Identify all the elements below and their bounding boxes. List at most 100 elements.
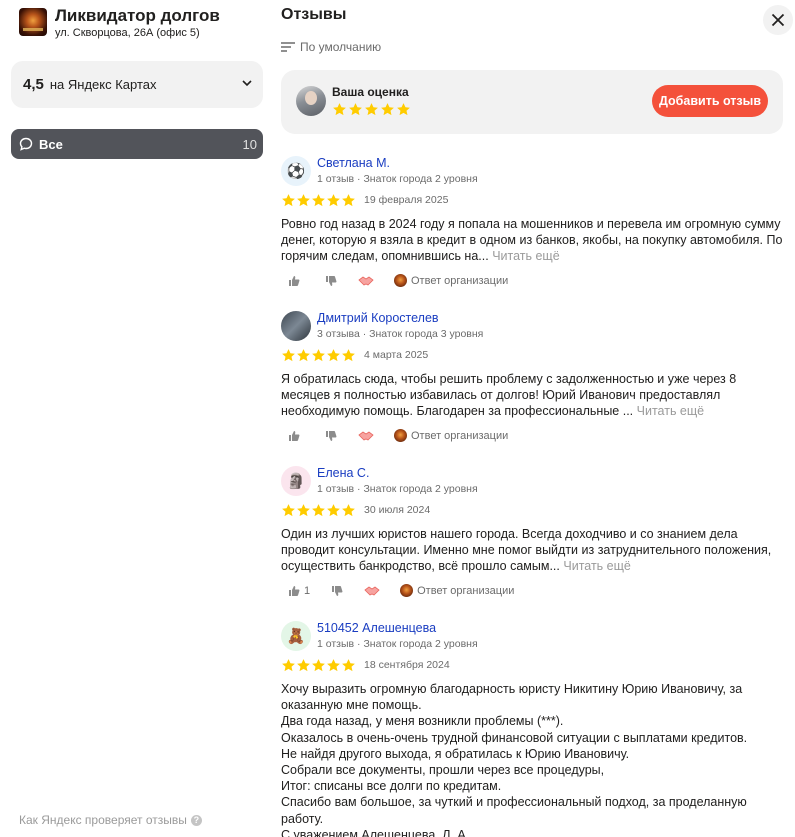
rating-source: на Яндекс Картах [49,77,157,92]
dislike-button[interactable] [325,430,337,442]
review-stars [281,503,356,518]
sort-selector[interactable]: По умолчанию [281,40,381,54]
how-yandex-checks-link[interactable]: Как Яндекс проверяет отзывы ? [19,813,202,827]
toy-icon[interactable]: 🧸 [281,621,311,651]
star-icon [327,348,340,361]
filter-all-label: Все [39,136,63,152]
review-body: Один из лучших юристов нашего города. Вс… [281,527,772,574]
star-icon [327,193,340,206]
star-icon [282,503,295,516]
sort-lines-icon [281,42,295,52]
star-icon [342,193,355,206]
read-more-link[interactable]: Читать ещё [492,249,559,263]
review-item: 🗿 Елена С. 1 отзыв · Знаток города 2 уро… [281,466,786,598]
review-stars [281,193,356,208]
org-sidebar: Ликвидатор долгов ул. Скворцова, 26А (оф… [0,0,275,837]
star-icon [327,503,340,516]
reviews-panel: Отзывы По умолчанию Ваша оценка Добавить… [275,0,795,837]
dislike-button[interactable] [331,585,343,597]
star-icon [282,658,295,671]
handshake-icon [358,276,374,286]
org-reply-label: Ответ организации [417,584,515,597]
read-more-link[interactable]: Читать ещё [563,559,630,573]
like-button[interactable]: 1 [288,585,310,597]
your-rating-stars[interactable] [332,102,411,117]
star-icon[interactable] [364,102,379,117]
filter-all-reviews[interactable]: Все 10 [11,129,263,159]
question-icon: ? [190,814,202,826]
star-icon [327,658,340,671]
org-logo[interactable] [19,8,47,36]
org-header: Ликвидатор долгов ул. Скворцова, 26А (оф… [19,7,220,39]
review-stars [281,348,356,363]
star-icon[interactable] [348,102,363,117]
chevron-down-icon [242,80,252,87]
star-icon [312,658,325,671]
share-button[interactable] [358,430,374,442]
add-review-button[interactable]: Добавить отзыв [652,85,768,117]
reviewer-name[interactable]: Светлана М. [317,156,390,170]
star-icon [282,348,295,361]
star-icon [312,348,325,361]
handshake-icon [364,586,380,596]
review-actions: Ответ организации [281,274,786,288]
thumbs-up-icon [289,430,300,441]
share-button[interactable] [358,275,374,287]
org-address: ул. Скворцова, 26А (офис 5) [55,27,200,39]
review-item: ⚽ Светлана М. 1 отзыв · Знаток города 2 … [281,156,786,288]
org-reply-label: Ответ организации [411,429,509,442]
org-reply-label: Ответ организации [411,274,509,287]
star-icon [297,348,310,361]
reviewer-name[interactable]: Елена С. [317,466,369,480]
close-icon [771,13,785,27]
reviewer-meta: 1 отзыв · Знаток города 2 уровня [317,483,478,495]
reviewer-name[interactable]: Дмитрий Коростелев [317,311,439,325]
review-date: 18 сентября 2024 [364,659,450,671]
star-icon [297,503,310,516]
review-date: 19 февраля 2025 [364,194,449,206]
rating-value: 4,5 [23,76,44,93]
thumbs-down-icon [326,430,337,441]
close-button[interactable] [763,5,793,35]
reviewer-name[interactable]: 510452 Алешенцева [317,621,436,635]
reviewer-meta: 3 отзыва · Знаток города 3 уровня [317,328,484,340]
thumbs-down-icon [332,585,343,596]
comment-icon [19,137,33,151]
reviewer-meta: 1 отзыв · Знаток города 2 уровня [317,638,478,650]
review-stars [281,658,356,673]
review-actions: 1 Ответ организации [281,584,786,598]
review-text: Я обратилась сюда, чтобы решить проблему… [281,371,786,420]
dislike-button[interactable] [325,275,337,287]
org-reply-toggle[interactable]: Ответ организации [394,429,509,443]
thumbs-down-icon [326,275,337,286]
your-rating-label: Ваша оценка [332,85,409,99]
rating-summary-card[interactable]: 4,5 на Яндекс Картах [11,61,263,108]
star-icon[interactable] [396,102,411,117]
like-button[interactable] [288,275,304,287]
share-button[interactable] [364,585,380,597]
org-reply-toggle[interactable]: Ответ организации [400,584,515,598]
read-more-link[interactable]: Читать ещё [637,404,704,418]
star-icon [342,348,355,361]
review-item: 🧸 510452 Алешенцева 1 отзыв · Знаток гор… [281,621,786,837]
star-icon [312,193,325,206]
star-icon[interactable] [332,102,347,117]
filter-all-count: 10 [242,136,257,152]
statue-icon[interactable]: 🗿 [281,466,311,496]
review-item: Дмитрий Коростелев 3 отзыва · Знаток гор… [281,311,786,443]
user-avatar [296,86,326,116]
car-photo-icon[interactable] [281,311,311,341]
org-mini-logo [394,274,407,288]
handshake-icon [358,431,374,441]
org-name[interactable]: Ликвидатор долгов [55,7,220,25]
thumbs-up-icon [289,275,300,286]
star-icon [297,658,310,671]
star-icon[interactable] [380,102,395,117]
soccer-ball-icon[interactable]: ⚽ [281,156,311,186]
how-checks-label: Как Яндекс проверяет отзывы [19,813,187,827]
reviews-title: Отзывы [281,6,347,23]
review-text: Хочу выразить огромную благодарность юри… [281,682,748,837]
org-reply-toggle[interactable]: Ответ организации [394,274,509,288]
like-button[interactable] [288,430,304,442]
reviewer-meta: 1 отзыв · Знаток города 2 уровня [317,173,478,185]
